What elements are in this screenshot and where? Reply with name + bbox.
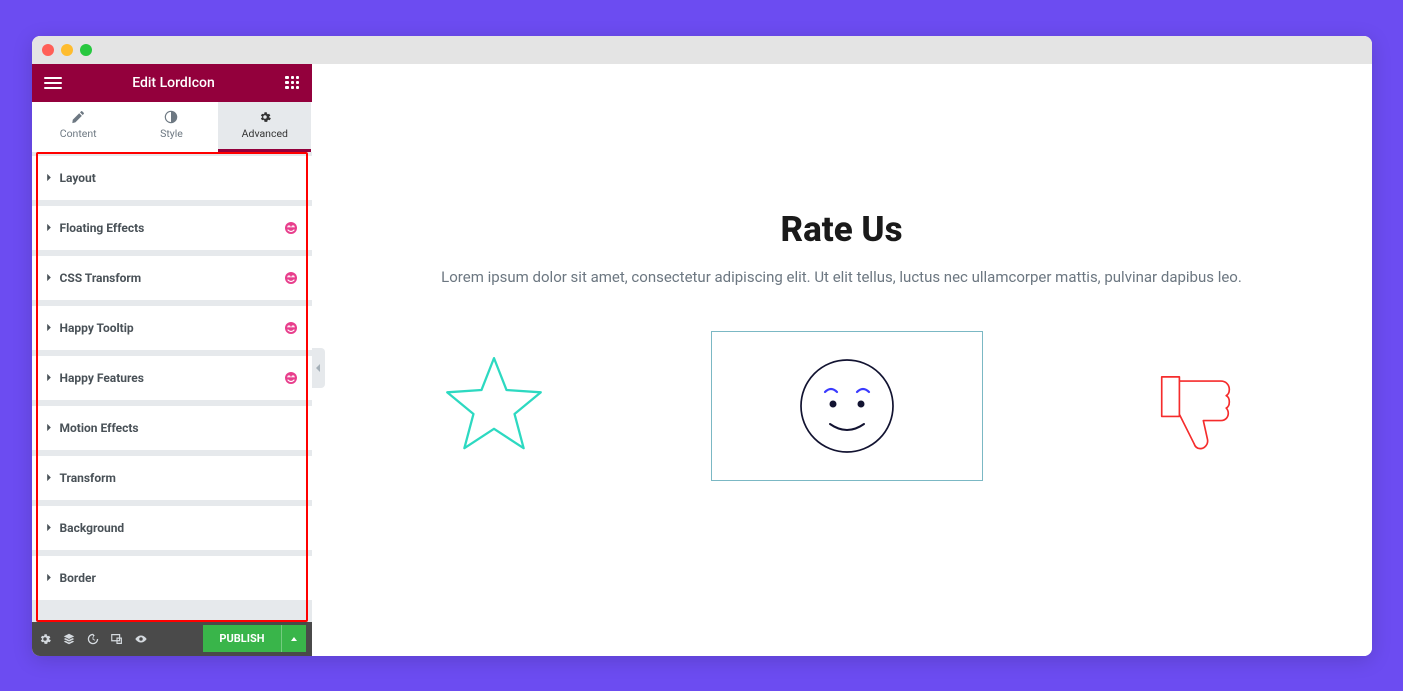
section-label: Background [60,521,125,535]
collapse-panel-button[interactable] [312,348,325,388]
caret-icon [46,421,52,435]
publish-options-button[interactable] [281,625,306,652]
happy-badge-icon [284,371,298,385]
tab-advanced[interactable]: Advanced [218,102,311,152]
responsive-icon[interactable] [110,632,124,646]
tab-style-label: Style [160,127,183,140]
app-body: Edit LordIcon Content Style Advanced [32,64,1372,656]
tab-content[interactable]: Content [32,102,125,152]
section-happy-tooltip[interactable]: Happy Tooltip [32,306,312,350]
star-icon [437,349,551,463]
history-icon[interactable] [86,632,100,646]
pencil-icon [71,110,85,124]
icons-row [437,331,1247,481]
star-widget[interactable] [437,349,551,463]
smiley-icon [797,356,897,456]
caret-icon [46,471,52,485]
editor-panel: Edit LordIcon Content Style Advanced [32,64,312,656]
panel-tabs: Content Style Advanced [32,102,312,152]
caret-icon [46,221,52,235]
happy-badge-icon [284,271,298,285]
menu-icon[interactable] [44,77,62,89]
section-label: Transform [60,471,116,485]
caret-icon [46,321,52,335]
section-label: Floating Effects [60,221,145,235]
smiley-widget[interactable] [711,331,983,481]
browser-window: Edit LordIcon Content Style Advanced [32,36,1372,656]
publish-group: PUBLISH [203,625,305,652]
section-transform[interactable]: Transform [32,456,312,500]
section-label: Happy Features [60,371,144,385]
canvas-subtitle: Lorem ipsum dolor sit amet, consectetur … [441,268,1242,286]
tab-advanced-label: Advanced [242,127,288,140]
window-titlebar [32,36,1372,64]
gear-icon [258,110,272,124]
section-background[interactable]: Background [32,506,312,550]
section-happy-features[interactable]: Happy Features [32,356,312,400]
preview-canvas: Rate Us Lorem ipsum dolor sit amet, cons… [312,64,1372,656]
panel-title: Edit LordIcon [132,75,215,91]
section-floating-effects[interactable]: Floating Effects [32,206,312,250]
caret-icon [46,571,52,585]
section-label: Happy Tooltip [60,321,134,335]
navigator-icon[interactable] [62,632,76,646]
section-label: Motion Effects [60,421,139,435]
publish-button[interactable]: PUBLISH [203,625,280,652]
section-label: CSS Transform [60,271,142,285]
preview-icon[interactable] [134,632,148,646]
panel-header: Edit LordIcon [32,64,312,102]
caret-icon [46,271,52,285]
caret-icon [46,371,52,385]
tab-style[interactable]: Style [125,102,218,152]
close-window-button[interactable] [42,44,54,56]
contrast-icon [164,110,178,124]
section-label: Layout [60,171,96,185]
happy-badge-icon [284,221,298,235]
maximize-window-button[interactable] [80,44,92,56]
canvas-heading: Rate Us [780,209,902,250]
happy-badge-icon [284,321,298,335]
section-layout[interactable]: Layout [32,156,312,200]
settings-icon[interactable] [38,632,52,646]
section-motion-effects[interactable]: Motion Effects [32,406,312,450]
caret-icon [46,521,52,535]
panel-footer: PUBLISH [32,622,312,656]
widgets-grid-icon[interactable] [285,76,299,90]
section-css-transform[interactable]: CSS Transform [32,256,312,300]
thumbs-down-icon [1143,354,1247,458]
section-label: Border [60,571,96,585]
thumbs-down-widget[interactable] [1143,354,1247,458]
minimize-window-button[interactable] [61,44,73,56]
section-border[interactable]: Border [32,556,312,600]
sections-list: Layout Floating Effects CSS Transform Happy… [32,152,312,622]
caret-icon [46,171,52,185]
tab-content-label: Content [60,127,97,140]
